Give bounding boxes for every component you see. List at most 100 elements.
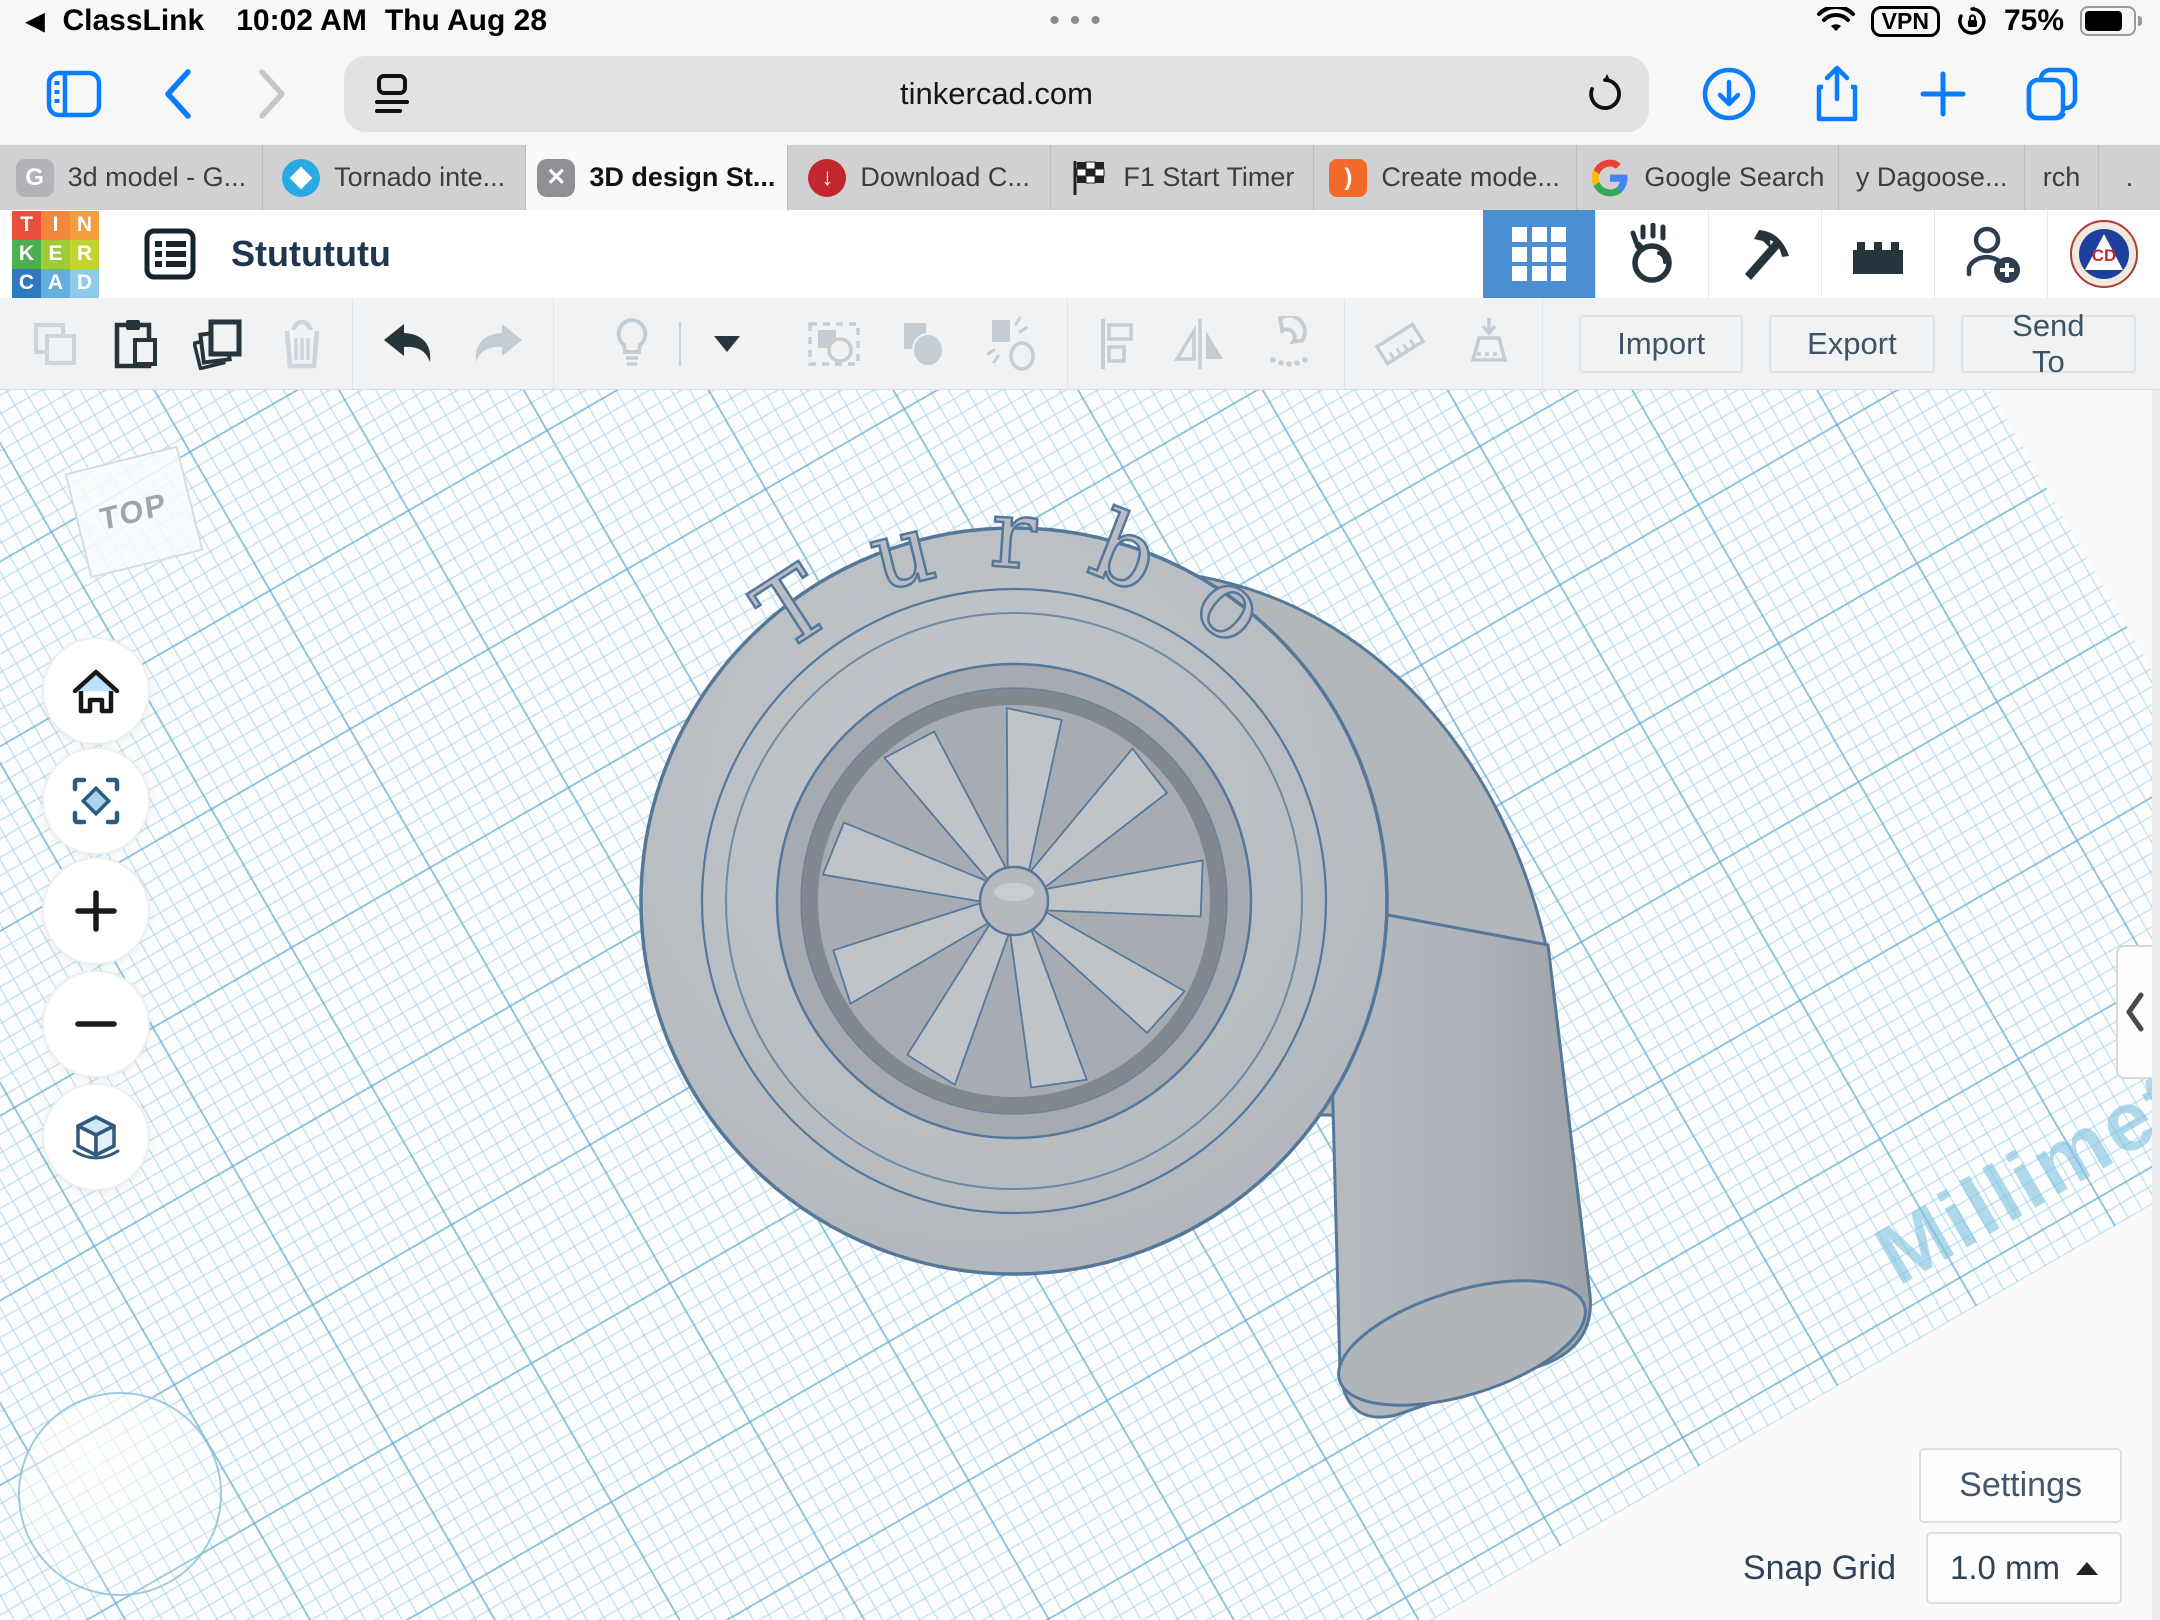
ruler-button[interactable] — [1354, 316, 1446, 372]
back-button[interactable] — [162, 68, 192, 120]
page-format-icon[interactable] — [370, 71, 414, 117]
civil-defense-logo: CD — [2070, 220, 2138, 288]
turbo-model[interactable]: Turbo — [590, 475, 1650, 1455]
ungroup-button[interactable] — [879, 317, 967, 371]
tab-google-search[interactable]: Google Search — [1577, 145, 1840, 210]
show-all-button[interactable] — [595, 316, 669, 372]
send-to-button[interactable]: Send To — [1961, 315, 2136, 373]
chevron-left-icon — [2125, 992, 2145, 1032]
bricks-export-button[interactable] — [1821, 210, 1934, 298]
tinkercad-favicon — [282, 159, 320, 197]
google-favicon — [1590, 158, 1630, 198]
url-text[interactable]: tinkercad.com — [344, 76, 1649, 112]
design-favicon: ✕ — [537, 159, 575, 197]
tabs-overview-button[interactable] — [2025, 66, 2081, 122]
date: Thu Aug 28 — [385, 4, 547, 38]
duplicate-button[interactable] — [176, 318, 262, 370]
zoom-out-button[interactable] — [42, 970, 150, 1078]
tab-f1-timer[interactable]: F1 Start Timer — [1051, 145, 1314, 210]
copy-button[interactable] — [14, 320, 96, 368]
wifi-icon — [1817, 7, 1855, 35]
safari-toolbar: tinkercad.com — [0, 42, 2160, 145]
reload-button[interactable] — [1585, 73, 1625, 115]
caret-up-icon — [2076, 1562, 2098, 1575]
open-shapes-panel-button[interactable] — [2116, 945, 2152, 1079]
create-favicon: ) — [1329, 159, 1367, 197]
plus-icon — [72, 887, 120, 935]
workplane-units-label: Millimeters — [1860, 984, 2160, 1304]
address-bar[interactable]: tinkercad.com — [344, 56, 1649, 132]
lego-bricks-icon — [1847, 228, 1909, 280]
edit-toolbar: Import Export Send To — [0, 298, 2160, 390]
home-icon — [70, 667, 122, 715]
redo-button[interactable] — [453, 322, 543, 366]
fit-view-icon — [70, 775, 122, 827]
checkered-flag-favicon — [1069, 159, 1109, 197]
cube-icon — [68, 1111, 124, 1163]
minecraft-export-button[interactable] — [1708, 210, 1821, 298]
tab-download[interactable]: ↓ Download C... — [788, 145, 1051, 210]
share-design-button[interactable] — [1934, 210, 2047, 298]
back-to-app-icon[interactable]: ◀ — [26, 7, 44, 36]
sim-lab-button[interactable] — [1595, 210, 1708, 298]
paste-button[interactable] — [96, 318, 176, 370]
back-to-app-label[interactable]: ClassLink — [62, 4, 204, 38]
grid-icon — [1512, 227, 1566, 281]
snap-grid-select[interactable]: 1.0 mm — [1926, 1532, 2122, 1604]
ungroup-all-button[interactable] — [967, 316, 1057, 372]
screen: ◀ ClassLink 10:02 AM Thu Aug 28 ••• VPN … — [0, 0, 2160, 1620]
sidebar-toggle-button[interactable] — [46, 70, 102, 118]
tinkercad-logo[interactable]: TIN KER CAD — [12, 211, 99, 298]
rotation-lock-icon — [1956, 5, 1988, 37]
clock: 10:02 AM — [236, 4, 367, 38]
tab-create-mode[interactable]: ) Create mode... — [1314, 145, 1577, 210]
tab-3d-model[interactable]: G 3d model - G... — [0, 145, 263, 210]
import-button[interactable]: Import — [1579, 315, 1743, 373]
google-docs-favicon: G — [16, 159, 54, 197]
add-person-icon — [1959, 222, 2023, 286]
home-view-button[interactable] — [42, 637, 150, 745]
multitask-handle-dots[interactable]: ••• — [1049, 4, 1111, 38]
zoom-in-button[interactable] — [42, 857, 150, 965]
export-button[interactable]: Export — [1769, 315, 1935, 373]
settings-button[interactable]: Settings — [1919, 1448, 2122, 1523]
design-canvas[interactable]: Millimeters Turbo — [0, 390, 2160, 1620]
undo-button[interactable] — [363, 322, 453, 366]
downloads-button[interactable] — [1701, 66, 1757, 122]
account-avatar[interactable]: CD — [2047, 210, 2160, 298]
collapsed-panel-strip — [2152, 390, 2160, 1620]
delete-button[interactable] — [262, 318, 342, 370]
new-tab-button[interactable] — [1917, 68, 1969, 120]
design-title[interactable]: Stutututu — [231, 233, 391, 275]
tab-partial-dot[interactable]: . — [2099, 145, 2160, 210]
forward-button[interactable] — [258, 68, 288, 120]
share-button[interactable] — [1813, 65, 1861, 123]
tab-dagoose[interactable]: y Dagoose... — [1839, 145, 2025, 210]
download-favicon: ↓ — [808, 159, 846, 197]
tab-partial-rch[interactable]: rch — [2025, 145, 2099, 210]
blocks-view-button[interactable] — [1483, 210, 1595, 298]
snap-magnet-button[interactable] — [1244, 316, 1334, 372]
snap-grid-label: Snap Grid — [1743, 1549, 1896, 1588]
tab-3d-design-active[interactable]: ✕ 3D design St... — [526, 145, 789, 210]
workplane-button[interactable] — [1446, 316, 1532, 372]
minus-icon — [72, 1000, 120, 1048]
tinkercad-header: TIN KER CAD Stutututu — [0, 210, 2160, 298]
group-button[interactable] — [789, 316, 879, 372]
perspective-toggle-button[interactable] — [42, 1083, 150, 1191]
battery-icon — [2080, 6, 2136, 36]
pickaxe-icon — [1735, 224, 1795, 284]
snap-grid-value: 1.0 mm — [1950, 1549, 2060, 1587]
fit-view-button[interactable] — [42, 747, 150, 855]
align-button[interactable] — [1078, 317, 1156, 371]
status-bar: ◀ ClassLink 10:02 AM Thu Aug 28 ••• VPN … — [0, 0, 2160, 42]
lights-dropdown-caret[interactable] — [691, 336, 757, 352]
touch-indicator-bubble — [18, 1392, 222, 1596]
vpn-badge: VPN — [1871, 6, 1940, 37]
falling-apple-icon — [1621, 223, 1683, 285]
design-properties-icon[interactable] — [143, 227, 197, 281]
tab-bar: G 3d model - G... Tornado inte... ✕ 3D d… — [0, 145, 2160, 210]
view-cube-label: TOP — [98, 486, 170, 539]
mirror-button[interactable] — [1156, 317, 1244, 371]
tab-tornado[interactable]: Tornado inte... — [263, 145, 526, 210]
